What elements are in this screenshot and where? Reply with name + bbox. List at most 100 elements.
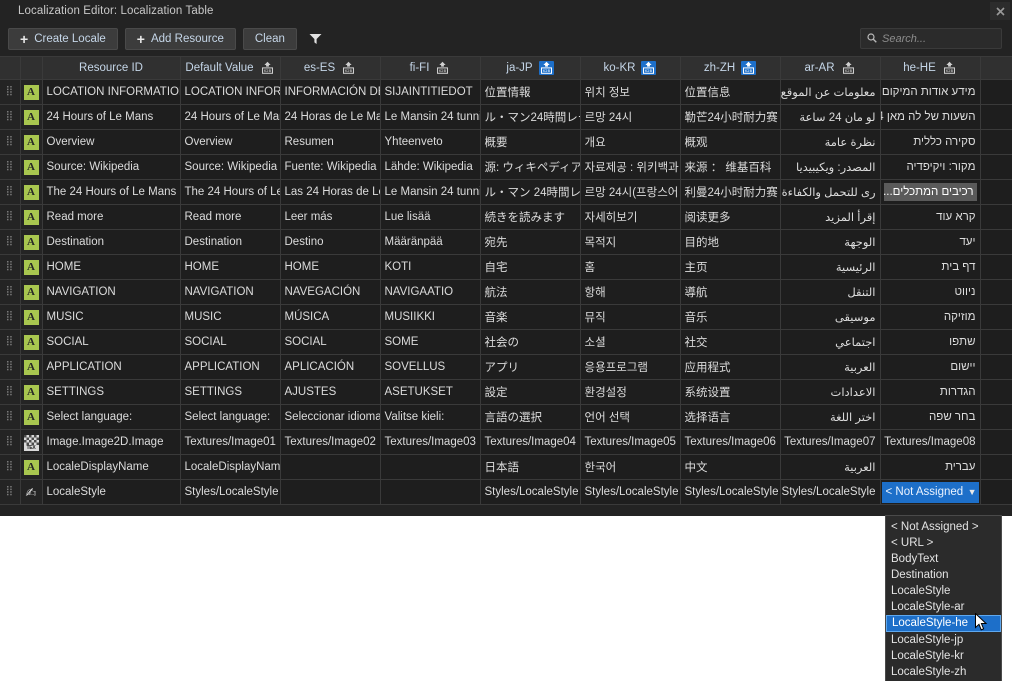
cell-default[interactable]: MUSIC <box>180 305 280 330</box>
cell-resource_id[interactable]: Source: Wikipedia <box>42 155 180 180</box>
row-drag-handle[interactable] <box>0 430 20 455</box>
cell-default[interactable]: Select language: <box>180 405 280 430</box>
locale-style-dropdown[interactable]: < Not Assigned >▼ <box>882 482 979 503</box>
cell-resource_id[interactable]: Overview <box>42 130 180 155</box>
cell-resource_id[interactable]: SOCIAL <box>42 330 180 355</box>
cell-es-ES[interactable]: Fuente: Wikipedia <box>280 155 380 180</box>
row-drag-handle[interactable] <box>0 180 20 205</box>
cell-ko-KR[interactable]: 위치 정보 <box>580 80 680 105</box>
cell-ar-AR[interactable]: Styles/LocaleStyle <box>780 480 880 505</box>
table-row[interactable]: AOverviewOverviewResumenYhteenveto概要개요概观… <box>0 130 1012 155</box>
cell-he-HE[interactable]: רכיבים המתכלים... <box>880 180 980 205</box>
cell-he-HE[interactable]: < Not Assigned >▼ <box>880 480 980 505</box>
cell-default[interactable]: Textures/Image01 <box>180 430 280 455</box>
cell-he-HE[interactable]: מקור: ויקיפדיה <box>880 155 980 180</box>
cell-ko-KR[interactable]: 언어 선택 <box>580 405 680 430</box>
cell-ko-KR[interactable]: 환경설정 <box>580 380 680 405</box>
row-drag-handle[interactable] <box>0 380 20 405</box>
cell-ko-KR[interactable]: 르망 24시(프랑스어 <box>580 180 680 205</box>
cell-he-HE[interactable]: סקירה כללית <box>880 130 980 155</box>
cell-resource_id[interactable]: LocaleStyle <box>42 480 180 505</box>
cell-ar-AR[interactable]: المصدر: ويكيبيديا <box>780 155 880 180</box>
cell-es-ES[interactable] <box>280 455 380 480</box>
row-drag-handle[interactable] <box>0 155 20 180</box>
create-locale-button[interactable]: + Create Locale <box>8 28 118 50</box>
cell-zh-ZH[interactable]: 系统设置 <box>680 380 780 405</box>
cell-zh-ZH[interactable]: Textures/Image06 <box>680 430 780 455</box>
cell-ja-JP[interactable]: 設定 <box>480 380 580 405</box>
table-row[interactable]: ASource: WikipediaSource: WikipediaFuent… <box>0 155 1012 180</box>
cell-default[interactable]: NAVIGATION <box>180 280 280 305</box>
cell-zh-ZH[interactable]: 勒芒24小时耐力赛 <box>680 105 780 130</box>
cell-resource_id[interactable]: Read more <box>42 205 180 230</box>
cell-he-HE[interactable]: הגדרות <box>880 380 980 405</box>
cell-fi-FI[interactable] <box>380 455 480 480</box>
cell-ko-KR[interactable]: 르망 24시 <box>580 105 680 130</box>
cell-ko-KR[interactable]: 자료제공 : 위키백과 <box>580 155 680 180</box>
cell-resource_id[interactable]: LocaleDisplayName <box>42 455 180 480</box>
cell-ja-JP[interactable]: 位置情報 <box>480 80 580 105</box>
cell-default[interactable]: The 24 Hours of Le Mans <box>180 180 280 205</box>
cell-resource_id[interactable]: HOME <box>42 255 180 280</box>
cell-ja-JP[interactable]: 航法 <box>480 280 580 305</box>
column-header-ko-KR[interactable]: ko-KRK2B <box>580 57 680 80</box>
cell-fi-FI[interactable]: Määränpää <box>380 230 480 255</box>
cell-default[interactable]: Source: Wikipedia <box>180 155 280 180</box>
cell-resource_id[interactable]: Destination <box>42 230 180 255</box>
keyboard-import-icon[interactable]: K2B <box>841 61 856 75</box>
cell-ar-AR[interactable]: اجتماعي <box>780 330 880 355</box>
cell-fi-FI[interactable]: NAVIGAATIO <box>380 280 480 305</box>
table-row[interactable]: ALOCATION INFORMATIONLOCATION INFORMATIO… <box>0 80 1012 105</box>
keyboard-import-icon[interactable]: K2B <box>942 61 957 75</box>
dropdown-option[interactable]: BodyText <box>886 551 1001 567</box>
table-row[interactable]: AAPPLICATIONAPPLICATIONAPLICACIÓNSOVELLU… <box>0 355 1012 380</box>
cell-ar-AR[interactable]: لو مان 24 ساعة <box>780 105 880 130</box>
row-drag-handle[interactable] <box>0 80 20 105</box>
column-header-he-HE[interactable]: he-HEK2B <box>880 57 980 80</box>
cell-ar-AR[interactable]: رى للتحمل والكفاءة... <box>780 180 880 205</box>
cell-he-HE[interactable]: שתפו <box>880 330 980 355</box>
table-row[interactable]: ALocaleDisplayNameLocaleDisplayName日本語한국… <box>0 455 1012 480</box>
cell-default[interactable]: Overview <box>180 130 280 155</box>
cell-ar-AR[interactable]: التنقل <box>780 280 880 305</box>
keyboard-import-icon[interactable]: K2B <box>260 61 275 75</box>
cell-resource_id[interactable]: LOCATION INFORMATION <box>42 80 180 105</box>
cell-ko-KR[interactable]: 항해 <box>580 280 680 305</box>
column-header-resource_id[interactable]: Resource ID <box>42 57 180 80</box>
dropdown-option[interactable]: < URL > <box>886 535 1001 551</box>
cell-default[interactable]: SOCIAL <box>180 330 280 355</box>
cell-fi-FI[interactable]: Yhteenveto <box>380 130 480 155</box>
cell-es-ES[interactable]: Leer más <box>280 205 380 230</box>
cell-ko-KR[interactable]: 한국어 <box>580 455 680 480</box>
cell-default[interactable]: SETTINGS <box>180 380 280 405</box>
cell-ja-JP[interactable]: ル・マン24時間レース <box>480 105 580 130</box>
row-drag-handle[interactable] <box>0 355 20 380</box>
table-row[interactable]: ASETTINGSSETTINGSAJUSTESASETUKSET設定환경설정系… <box>0 380 1012 405</box>
cell-ar-AR[interactable]: اختر اللغة <box>780 405 880 430</box>
cell-ja-JP[interactable]: 源: ウィキペディア <box>480 155 580 180</box>
cell-zh-ZH[interactable]: 来源 ： 维基百科 <box>680 155 780 180</box>
cell-fi-FI[interactable]: MUSIIKKI <box>380 305 480 330</box>
cell-ar-AR[interactable]: موسيقى <box>780 305 880 330</box>
cell-fi-FI[interactable]: Lähde: Wikipedia <box>380 155 480 180</box>
cell-default[interactable]: APPLICATION <box>180 355 280 380</box>
cell-zh-ZH[interactable]: 主页 <box>680 255 780 280</box>
cell-default[interactable]: LOCATION INFORMATION <box>180 80 280 105</box>
table-row[interactable]: ✍LocaleStyleStyles/LocaleStyleStyles/Loc… <box>0 480 1012 505</box>
cell-ja-JP[interactable]: 言語の選択 <box>480 405 580 430</box>
row-drag-handle[interactable] <box>0 205 20 230</box>
cell-he-HE[interactable]: מידע אודות המיקום <box>880 80 980 105</box>
row-drag-handle[interactable] <box>0 405 20 430</box>
cell-default[interactable]: LocaleDisplayName <box>180 455 280 480</box>
cell-he-HE[interactable]: דף בית <box>880 255 980 280</box>
table-row[interactable]: A24 Hours of Le Mans24 Hours of Le Mans2… <box>0 105 1012 130</box>
cell-zh-ZH[interactable]: 应用程式 <box>680 355 780 380</box>
dropdown-option[interactable]: LocaleStyle-jp <box>886 632 1001 648</box>
cell-es-ES[interactable]: NAVEGACIÓN <box>280 280 380 305</box>
cell-ar-AR[interactable]: الوجهة <box>780 230 880 255</box>
cell-resource_id[interactable]: MUSIC <box>42 305 180 330</box>
cell-he-HE[interactable]: בחר שפה <box>880 405 980 430</box>
table-row[interactable]: ANAVIGATIONNAVIGATIONNAVEGACIÓNNAVIGAATI… <box>0 280 1012 305</box>
row-drag-handle[interactable] <box>0 330 20 355</box>
cell-ar-AR[interactable]: الرئيسية <box>780 255 880 280</box>
